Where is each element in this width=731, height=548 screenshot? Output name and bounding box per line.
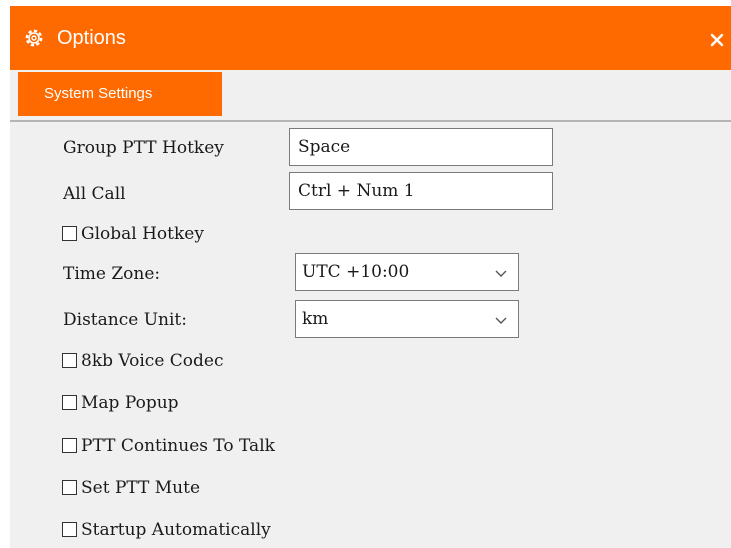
checkbox[interactable] bbox=[62, 522, 77, 537]
global-hotkey-label: Global Hotkey bbox=[81, 224, 204, 244]
chevron-down-icon bbox=[495, 270, 507, 277]
close-icon[interactable] bbox=[709, 32, 725, 48]
startup-auto-label: Startup Automatically bbox=[81, 520, 271, 540]
settings-panel: Group PTT Hotkey Space All Call Ctrl + N… bbox=[10, 122, 731, 548]
title-bar: Options bbox=[10, 6, 731, 70]
window-title: Options bbox=[57, 27, 126, 49]
distance-unit-label: Distance Unit: bbox=[63, 310, 187, 330]
distance-unit-value: km bbox=[302, 309, 329, 329]
checkbox[interactable] bbox=[62, 480, 77, 495]
checkbox[interactable] bbox=[62, 438, 77, 453]
voice-codec-label: 8kb Voice Codec bbox=[81, 351, 224, 371]
tab-system-settings[interactable]: System Settings bbox=[18, 72, 222, 116]
time-zone-label: Time Zone: bbox=[63, 264, 161, 284]
distance-unit-select[interactable]: km bbox=[295, 300, 519, 338]
ptt-continues-label: PTT Continues To Talk bbox=[81, 436, 275, 456]
chevron-down-icon bbox=[495, 317, 507, 324]
gear-icon bbox=[25, 29, 43, 47]
checkbox[interactable] bbox=[62, 395, 77, 410]
time-zone-value: UTC +10:00 bbox=[302, 262, 410, 282]
checkbox[interactable] bbox=[62, 226, 77, 241]
all-call-label: All Call bbox=[63, 184, 126, 204]
time-zone-select[interactable]: UTC +10:00 bbox=[295, 253, 519, 291]
group-ptt-hotkey-field[interactable]: Space bbox=[289, 128, 553, 166]
all-call-field[interactable]: Ctrl + Num 1 bbox=[289, 172, 553, 210]
checkbox[interactable] bbox=[62, 353, 77, 368]
map-popup-label: Map Popup bbox=[81, 393, 179, 413]
tab-bar: System Settings bbox=[10, 70, 731, 121]
set-ptt-mute-label: Set PTT Mute bbox=[81, 478, 201, 498]
group-ptt-hotkey-label: Group PTT Hotkey bbox=[63, 138, 224, 158]
